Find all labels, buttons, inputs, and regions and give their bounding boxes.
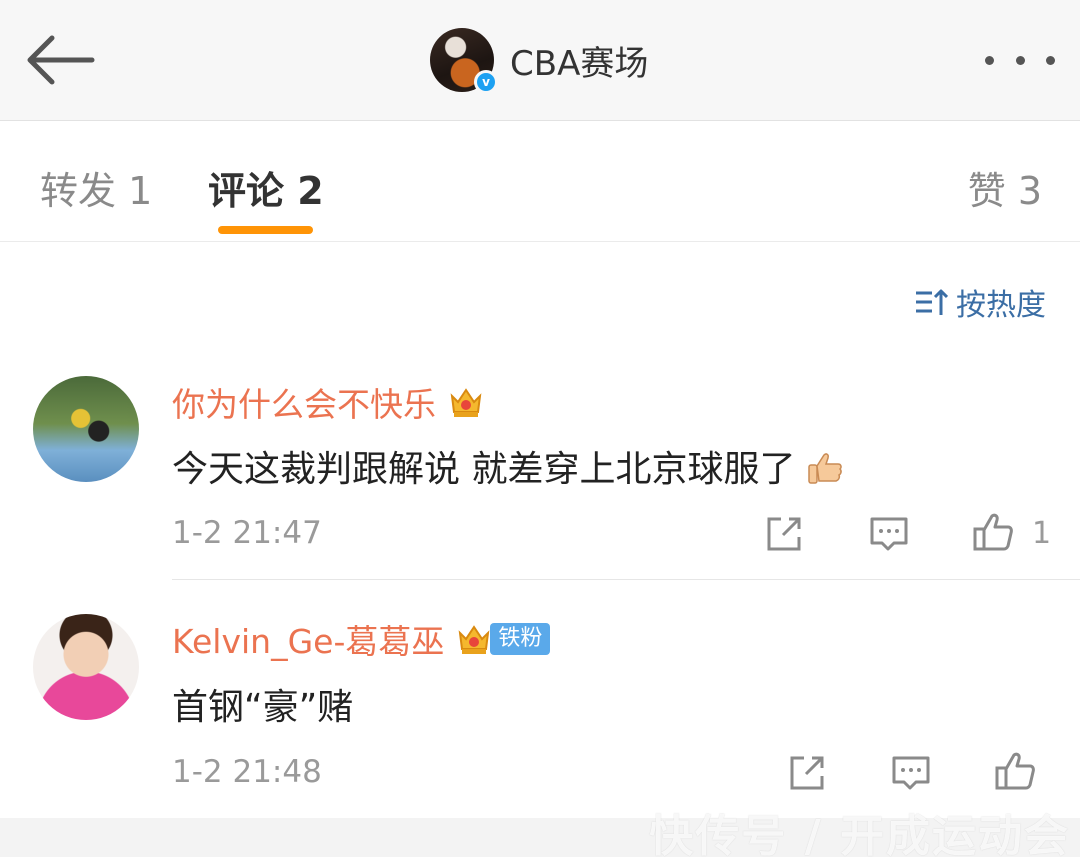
tab-bar: 转发 1 评论 2 赞 3 — [0, 122, 1080, 242]
comment-divider — [172, 579, 1080, 580]
sort-label: 按热度 — [956, 288, 1046, 323]
fan-badge: 铁粉 — [490, 623, 551, 655]
comment-text-row: 今天这裁判跟解说 就差穿上北京球服了 — [172, 440, 843, 492]
user-avatar[interactable] — [33, 614, 139, 720]
more-options-icon[interactable] — [985, 50, 1055, 70]
account-name[interactable]: CBA赛场 — [510, 36, 648, 85]
verified-mark: v — [482, 75, 490, 89]
watermark-text: 快传号 / 开成运动会 — [649, 811, 1070, 857]
active-tab-indicator — [218, 226, 313, 234]
comment-text: 首钢“豪”赌 — [172, 687, 354, 728]
sort-icon — [916, 289, 948, 315]
comment-time: 1-2 21:47 — [172, 515, 322, 551]
like-icon[interactable] — [972, 511, 1014, 553]
username-text[interactable]: Kelvin_Ge-葛葛巫 — [172, 615, 444, 663]
more-dot — [985, 55, 994, 65]
comment-time: 1-2 21:48 — [172, 754, 322, 790]
crown-icon — [450, 388, 482, 417]
tab-repost[interactable]: 转发 1 — [40, 160, 152, 215]
tab-like[interactable]: 赞 3 — [968, 160, 1042, 215]
tab-comment[interactable]: 评论 2 — [208, 160, 1080, 215]
username-text[interactable]: 你为什么会不快乐 — [172, 378, 436, 426]
comment-text: 今天这裁判跟解说 就差穿上北京球服了 — [172, 449, 796, 490]
account-avatar[interactable]: v — [430, 28, 498, 94]
more-dot — [1046, 55, 1055, 65]
comment-username[interactable]: Kelvin_Ge-葛葛巫 铁粉 — [172, 615, 551, 663]
like-icon[interactable] — [994, 750, 1036, 792]
comment-username[interactable]: 你为什么会不快乐 — [172, 378, 486, 426]
share-icon[interactable] — [763, 513, 805, 555]
back-arrow-icon[interactable] — [22, 30, 98, 90]
reply-comment-icon[interactable] — [890, 752, 932, 794]
reply-comment-icon[interactable] — [868, 513, 910, 555]
share-icon[interactable] — [786, 752, 828, 794]
verified-badge-icon: v — [474, 70, 498, 94]
user-avatar[interactable] — [33, 376, 139, 482]
account-title[interactable]: v CBA赛场 — [430, 27, 648, 94]
thumbs-up-emoji-icon — [808, 453, 842, 484]
more-dot — [1015, 55, 1025, 65]
top-bar: v CBA赛场 — [0, 0, 1080, 121]
like-count: 1 — [1032, 516, 1052, 551]
crown-icon — [459, 625, 490, 654]
sort-by-heat-button[interactable]: 按热度 — [914, 280, 1046, 324]
